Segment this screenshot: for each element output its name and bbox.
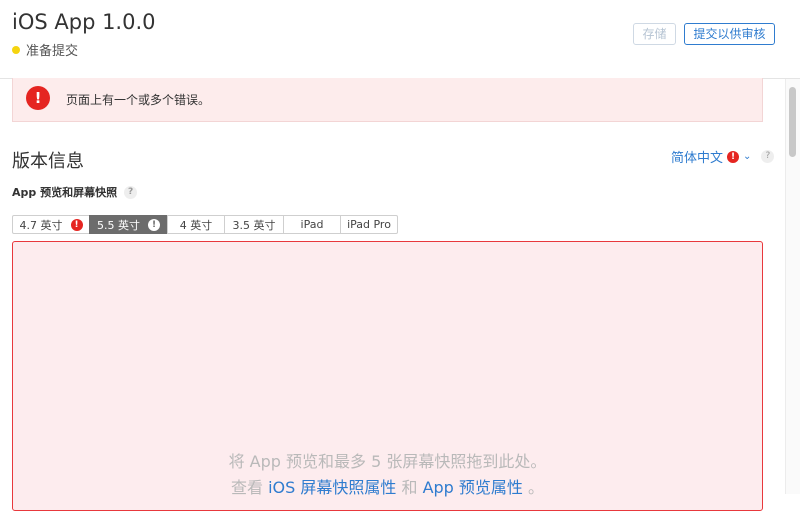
help-icon[interactable]: ? [124, 185, 138, 199]
error-banner: ! 页面上有一个或多个错误。 [12, 78, 763, 122]
screenshots-label-text: App 预览和屏幕快照 [12, 186, 118, 199]
tab-label: 3.5 英寸 [232, 218, 276, 232]
ios-screenshot-properties-link[interactable]: iOS 屏幕快照属性 [268, 478, 396, 497]
drop-suffix: 。 [528, 478, 545, 497]
tab-ipad[interactable]: iPad [283, 215, 341, 234]
device-size-tabs: 4.7 英寸 ! 5.5 英寸 ! 4 英寸 3.5 英寸 iPad iPad … [12, 215, 398, 234]
app-status: 准备提交 [12, 40, 78, 59]
tab-3-5-inch[interactable]: 3.5 英寸 [224, 215, 284, 234]
help-icon[interactable]: ? [761, 150, 775, 163]
tab-label: iPad Pro [347, 218, 391, 231]
save-button[interactable]: 存储 [633, 23, 676, 45]
error-icon: ! [70, 218, 83, 231]
language-selector[interactable]: 简体中文 ! ⌄ ? [671, 147, 775, 166]
page-scrollbar[interactable] [785, 79, 800, 494]
chevron-down-icon[interactable]: ⌄ [743, 151, 751, 162]
tab-ipad-pro[interactable]: iPad Pro [340, 215, 398, 234]
app-header: iOS App 1.0.0 准备提交 存储 提交以供审核 [0, 0, 800, 79]
screenshot-dropzone[interactable]: 将 App 预览和最多 5 张屏幕快照拖到此处。 查看 iOS 屏幕快照属性 和… [12, 241, 763, 511]
app-preview-properties-link[interactable]: App 预览属性 [423, 478, 523, 497]
app-title: iOS App 1.0.0 [12, 10, 156, 34]
error-message: 页面上有一个或多个错误。 [66, 93, 211, 107]
error-icon: ! [26, 86, 50, 110]
drop-instructions: 将 App 预览和最多 5 张屏幕快照拖到此处。 [228, 452, 547, 471]
drop-prefix: 查看 [230, 478, 263, 497]
submit-for-review-button[interactable]: 提交以供审核 [684, 23, 775, 45]
error-icon: ! [727, 150, 740, 163]
drop-conjunction: 和 [401, 478, 418, 497]
screenshots-label: App 预览和屏幕快照 ? [12, 184, 138, 200]
tab-5-5-inch[interactable]: 5.5 英寸 ! [89, 215, 168, 234]
language-label[interactable]: 简体中文 [671, 147, 723, 166]
tab-label: 4.7 英寸 [19, 218, 63, 232]
scrollbar-thumb[interactable] [789, 87, 796, 157]
tab-4-7-inch[interactable]: 4.7 英寸 ! [12, 215, 90, 234]
warning-icon: ! [148, 218, 160, 231]
tab-label: 5.5 英寸 [97, 218, 140, 232]
status-dot-icon [12, 45, 20, 54]
section-title: 版本信息 [12, 151, 84, 172]
tab-label: 4 英寸 [179, 218, 213, 232]
drop-help-links: 查看 iOS 屏幕快照属性 和 App 预览属性 。 [13, 474, 762, 498]
tab-label: iPad [300, 218, 324, 231]
status-label: 准备提交 [26, 44, 79, 59]
tab-4-inch[interactable]: 4 英寸 [167, 215, 225, 234]
